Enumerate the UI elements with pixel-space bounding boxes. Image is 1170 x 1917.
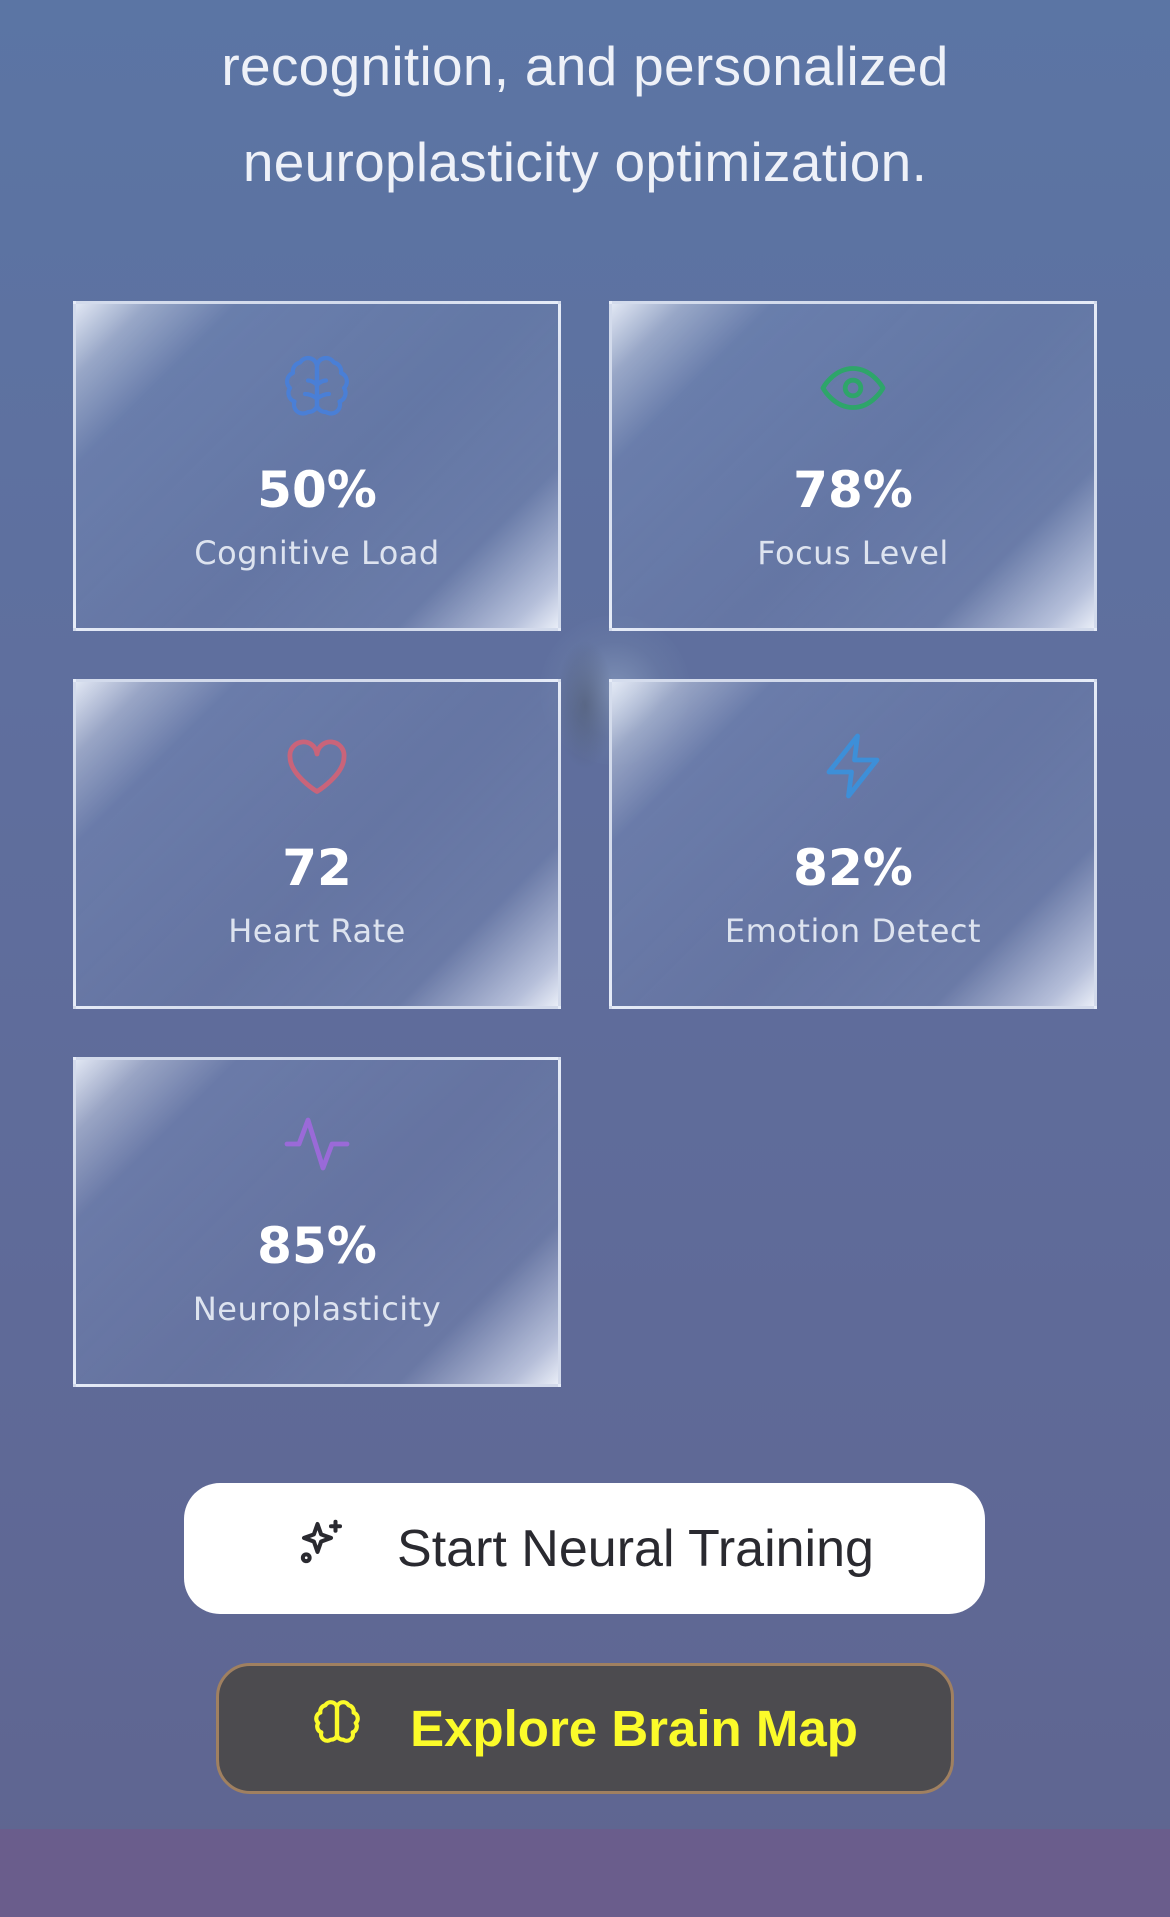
start-neural-training-button[interactable]: Start Neural Training bbox=[184, 1483, 985, 1614]
metric-label: Cognitive Load bbox=[194, 534, 440, 572]
explore-brain-map-label: Explore Brain Map bbox=[410, 1700, 858, 1757]
brain-icon bbox=[312, 1698, 362, 1760]
footer-band bbox=[0, 1829, 1170, 1917]
sparkles-icon bbox=[295, 1515, 349, 1582]
metric-card-cognitive-load[interactable]: 50% Cognitive Load bbox=[73, 301, 561, 631]
metric-value: 78% bbox=[793, 461, 913, 519]
metric-label: Emotion Detect bbox=[724, 912, 982, 950]
metric-label: Heart Rate bbox=[228, 912, 406, 950]
explore-brain-map-button[interactable]: Explore Brain Map bbox=[216, 1663, 954, 1794]
metric-label: Focus Level bbox=[757, 534, 949, 572]
metric-card-heart-rate[interactable]: 72 Heart Rate bbox=[73, 679, 561, 1009]
metric-card-neuroplasticity[interactable]: 85% Neuroplasticity bbox=[73, 1057, 561, 1387]
metric-card-emotion-detect[interactable]: 82% Emotion Detect bbox=[609, 679, 1097, 1009]
eye-icon bbox=[817, 352, 889, 424]
metric-value: 50% bbox=[257, 461, 377, 519]
intro-text: recognition, and personalized neuroplast… bbox=[60, 18, 1110, 210]
brain-icon bbox=[281, 352, 353, 424]
background-shadow bbox=[555, 640, 615, 770]
metric-card-focus-level[interactable]: 78% Focus Level bbox=[609, 301, 1097, 631]
intro-line-1: recognition, and personalized bbox=[221, 35, 949, 97]
lightning-icon bbox=[817, 730, 889, 802]
metric-label: Neuroplasticity bbox=[192, 1290, 442, 1328]
intro-line-2: neuroplasticity optimization. bbox=[242, 131, 928, 193]
activity-icon bbox=[281, 1108, 353, 1180]
metric-value: 82% bbox=[793, 839, 913, 897]
heart-icon bbox=[281, 730, 353, 802]
start-neural-training-label: Start Neural Training bbox=[397, 1519, 874, 1578]
metric-value: 72 bbox=[282, 839, 352, 897]
metric-value: 85% bbox=[257, 1217, 377, 1275]
